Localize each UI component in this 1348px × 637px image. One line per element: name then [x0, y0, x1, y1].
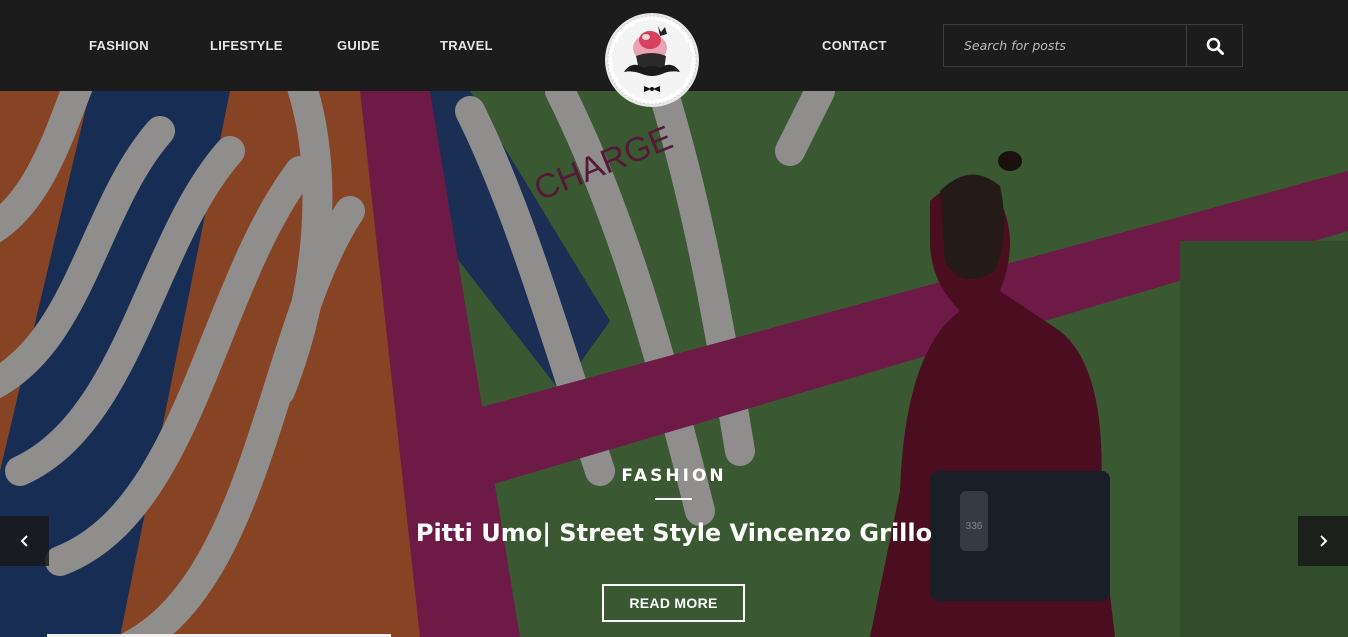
nav-contact[interactable]: CONTACT	[822, 38, 887, 53]
chevron-left-icon	[20, 535, 28, 547]
nav-guide[interactable]: GUIDE	[337, 38, 380, 53]
site-logo[interactable]	[604, 12, 700, 108]
chevron-right-icon	[1320, 535, 1328, 547]
mustache-cupcake-logo-icon	[605, 13, 699, 107]
slide-category[interactable]: FASHION	[0, 466, 1348, 486]
slider-prev-button[interactable]	[0, 516, 49, 566]
nav-fashion[interactable]: FASHION	[89, 38, 149, 53]
hero-slider: 336 CHARGE FASHION Pitti Umo| Street Sty…	[0, 91, 1348, 637]
nav-travel[interactable]: TRAVEL	[440, 38, 493, 53]
search-input[interactable]	[944, 25, 1186, 66]
search-icon	[1206, 37, 1224, 55]
read-more-button[interactable]: READ MORE	[602, 584, 745, 622]
slide-title[interactable]: Pitti Umo| Street Style Vincenzo Grillo	[0, 519, 1348, 547]
category-divider	[655, 498, 692, 500]
search-button[interactable]	[1186, 25, 1242, 66]
slider-next-button[interactable]	[1298, 516, 1348, 566]
search-form	[943, 24, 1243, 67]
nav-lifestyle[interactable]: LIFESTYLE	[210, 38, 283, 53]
hero-overlay	[0, 91, 1348, 637]
